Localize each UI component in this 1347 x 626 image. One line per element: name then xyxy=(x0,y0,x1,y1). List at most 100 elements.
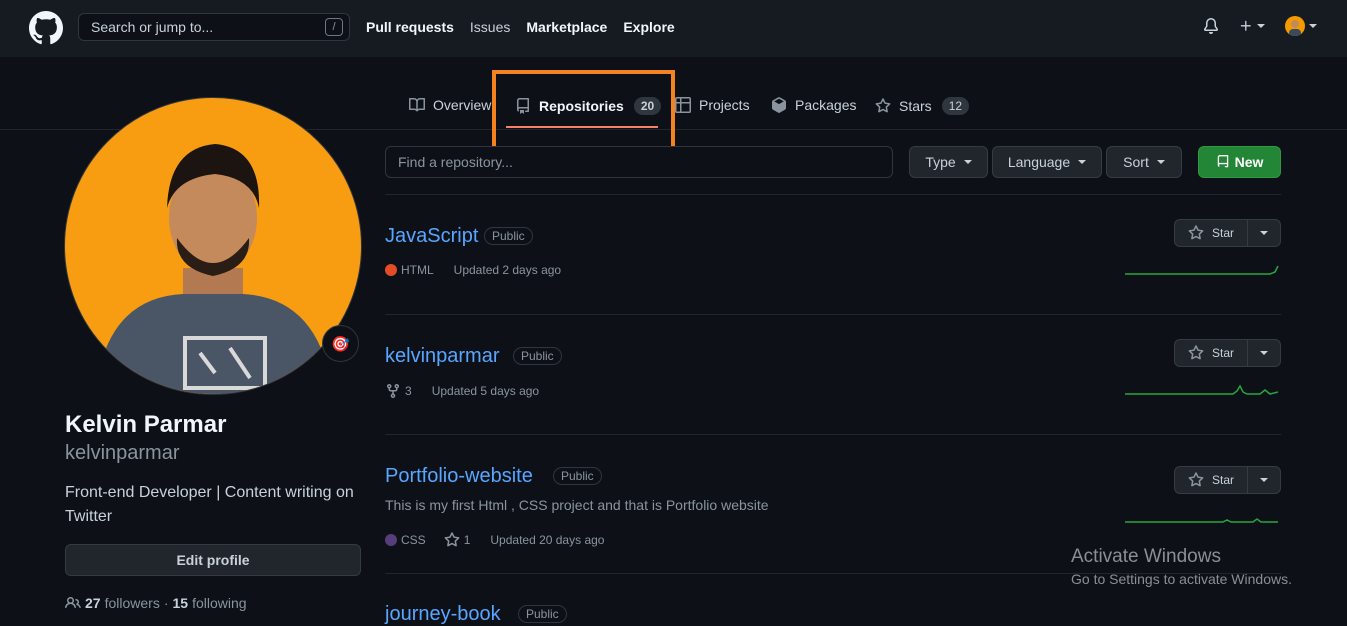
star-icon xyxy=(1188,225,1204,240)
new-repository-button[interactable]: New xyxy=(1198,146,1281,178)
chevron-down-icon xyxy=(963,160,972,164)
fork-icon[interactable] xyxy=(385,383,401,399)
find-repository-input[interactable]: Find a repository... xyxy=(385,146,893,178)
repo-updated: Updated 2 days ago xyxy=(453,263,562,277)
visibility-badge: Public xyxy=(513,347,562,365)
language-color-dot xyxy=(385,264,397,276)
chevron-down-icon xyxy=(1156,160,1165,164)
following-count[interactable]: 15 xyxy=(173,595,189,611)
profile-bio: Front-end Developer | Content writing on… xyxy=(65,484,354,525)
table-icon xyxy=(675,97,691,113)
search-input[interactable]: Search or jump to... / xyxy=(78,13,350,41)
activity-sparkline xyxy=(1125,384,1279,395)
star-icon xyxy=(1188,472,1204,487)
repo-meta: 3 Updated 5 days ago xyxy=(385,383,539,399)
visibility-badge: Public xyxy=(518,605,567,623)
profile-avatar[interactable] xyxy=(64,97,362,395)
repo-description: This is my first Html , CSS project and … xyxy=(385,497,769,513)
new-button-label: New xyxy=(1234,154,1264,170)
tab-stars[interactable]: Stars 12 xyxy=(875,97,970,115)
repo-meta: CSS 1 Updated 20 days ago xyxy=(385,532,604,548)
tab-label: Stars xyxy=(899,98,932,114)
divider xyxy=(385,314,1281,315)
star-button[interactable]: Star xyxy=(1174,466,1281,494)
sort-filter-button[interactable]: Sort xyxy=(1106,146,1182,178)
activity-sparkline xyxy=(1125,518,1278,523)
chevron-down-icon xyxy=(1078,160,1087,164)
tab-projects[interactable]: Projects xyxy=(675,97,750,113)
chevron-down-icon xyxy=(1309,24,1317,28)
star-count[interactable]: 1 xyxy=(464,533,471,547)
repo-link-javascript[interactable]: JavaScript xyxy=(385,225,478,248)
star-icon xyxy=(875,98,891,113)
followers-summary: 27 followers · 15 following xyxy=(65,595,247,611)
avatar xyxy=(1285,16,1305,36)
star-list-dropdown[interactable] xyxy=(1248,220,1280,246)
star-button-main[interactable]: Star xyxy=(1175,220,1248,246)
repo-updated: Updated 20 days ago xyxy=(490,533,605,547)
edit-profile-button[interactable]: Edit profile xyxy=(65,544,361,576)
annotation-highlight-box xyxy=(492,70,675,152)
divider xyxy=(385,434,1281,435)
star-label: Star xyxy=(1211,346,1234,360)
followers-count[interactable]: 27 xyxy=(85,595,101,611)
star-list-dropdown[interactable] xyxy=(1248,340,1280,366)
language-color-dot xyxy=(385,534,397,546)
top-nav: Pull requests Issues Marketplace Explore xyxy=(366,19,675,35)
github-logo-icon[interactable] xyxy=(29,11,63,45)
people-icon xyxy=(65,596,81,609)
nav-pull-requests[interactable]: Pull requests xyxy=(366,19,454,35)
stars-count-badge: 12 xyxy=(941,97,970,115)
create-new-menu[interactable] xyxy=(1239,17,1265,35)
nav-explore[interactable]: Explore xyxy=(623,19,674,35)
star-button-main[interactable]: Star xyxy=(1175,467,1248,493)
star-button[interactable]: Star xyxy=(1174,339,1281,367)
chevron-down-icon xyxy=(1260,351,1268,355)
repo-language: CSS xyxy=(401,533,426,547)
bell-icon[interactable] xyxy=(1203,18,1219,34)
chevron-down-icon xyxy=(1257,23,1265,28)
nav-marketplace[interactable]: Marketplace xyxy=(526,19,607,35)
language-filter-button[interactable]: Language xyxy=(992,146,1102,178)
activity-sparkline xyxy=(1125,265,1279,275)
repo-language: HTML xyxy=(401,263,434,277)
tab-overview[interactable]: Overview xyxy=(409,97,491,113)
status-emoji-badge[interactable]: 🎯 xyxy=(322,325,359,362)
target-icon: 🎯 xyxy=(331,335,350,353)
visibility-badge: Public xyxy=(484,227,533,245)
tab-label: Projects xyxy=(699,97,750,113)
star-icon[interactable] xyxy=(444,532,460,548)
plus-icon xyxy=(1240,20,1251,31)
fork-count[interactable]: 3 xyxy=(405,384,412,398)
type-filter-label: Type xyxy=(925,154,956,170)
activate-windows-watermark-title: Activate Windows xyxy=(1071,546,1221,567)
star-label: Star xyxy=(1211,226,1234,240)
followers-link[interactable]: followers xyxy=(105,595,160,611)
profile-name: Kelvin Parmar xyxy=(65,411,227,438)
star-button-main[interactable]: Star xyxy=(1175,340,1248,366)
language-filter-label: Language xyxy=(1007,154,1071,170)
find-placeholder: Find a repository... xyxy=(398,154,513,170)
search-shortcut-key: / xyxy=(325,18,343,36)
repo-icon xyxy=(1217,155,1228,168)
nav-issues[interactable]: Issues xyxy=(470,19,510,35)
user-menu[interactable] xyxy=(1285,16,1317,36)
chevron-down-icon xyxy=(1260,231,1268,235)
following-link[interactable]: following xyxy=(192,595,246,611)
header-actions xyxy=(1203,16,1317,36)
tab-packages[interactable]: Packages xyxy=(771,97,856,113)
visibility-badge: Public xyxy=(553,467,602,485)
star-list-dropdown[interactable] xyxy=(1248,467,1280,493)
package-icon xyxy=(772,97,786,113)
chevron-down-icon xyxy=(1260,478,1268,482)
star-button[interactable]: Star xyxy=(1174,219,1281,247)
star-label: Star xyxy=(1211,473,1234,487)
activate-windows-watermark-subtitle: Go to Settings to activate Windows. xyxy=(1071,571,1292,587)
star-icon xyxy=(1188,345,1204,360)
book-icon xyxy=(409,97,425,112)
type-filter-button[interactable]: Type xyxy=(909,146,988,178)
repo-link-portfolio-website[interactable]: Portfolio-website xyxy=(385,465,533,488)
repo-meta: HTML Updated 2 days ago xyxy=(385,263,561,277)
tab-label: Overview xyxy=(433,97,492,113)
repo-link-kelvinparmar[interactable]: kelvinparmar xyxy=(385,345,499,368)
